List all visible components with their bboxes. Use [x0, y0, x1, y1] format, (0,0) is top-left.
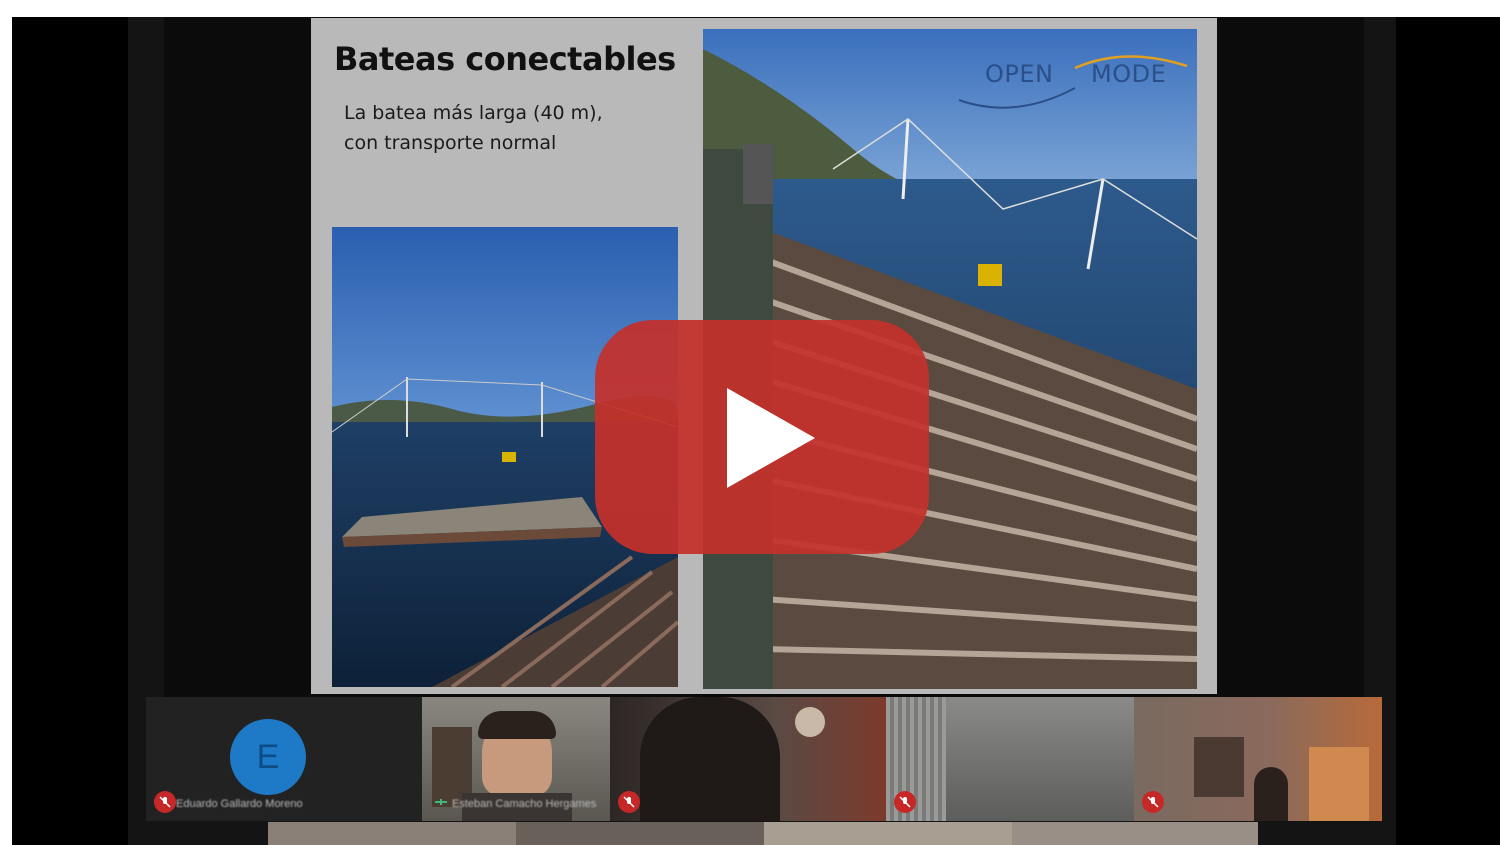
- play-icon: [595, 320, 929, 554]
- slide-subtitle-line-2: con transporte normal: [344, 132, 557, 154]
- logo-word-open: OPEN: [985, 60, 1054, 88]
- participant-hair: [478, 711, 556, 739]
- participant-tile[interactable]: Esteban Camacho Hergames: [422, 697, 610, 821]
- avatar: E: [230, 719, 306, 795]
- slide-subtitle: La batea más larga (40 m), con transport…: [344, 98, 664, 158]
- participant-tile[interactable]: [1134, 697, 1382, 821]
- slide-subtitle-line-1: La batea más larga (40 m),: [344, 102, 603, 124]
- slide-title: Bateas conectables: [334, 40, 676, 78]
- participant-tile[interactable]: E Eduardo Gallardo Moreno: [146, 697, 422, 821]
- mic-muted-icon: [154, 791, 176, 813]
- play-button[interactable]: [595, 320, 929, 554]
- participant-tile[interactable]: [516, 822, 764, 845]
- participant-tile[interactable]: [764, 822, 1012, 845]
- mic-active-icon: [430, 791, 452, 813]
- participant-tile[interactable]: [268, 822, 516, 845]
- open-mode-logo: OPEN MODE: [955, 48, 1195, 118]
- wall-clock: [795, 707, 825, 737]
- participant-tile[interactable]: [610, 697, 886, 821]
- participant-name: Eduardo Gallardo Moreno: [176, 798, 303, 810]
- participant-head: [640, 697, 780, 821]
- mic-muted-icon: [894, 791, 916, 813]
- participant-head: [1254, 767, 1288, 821]
- mic-muted-icon: [618, 791, 640, 813]
- picture-frame: [1194, 737, 1244, 797]
- participant-tile[interactable]: [1012, 822, 1258, 845]
- participant-name: Esteban Camacho Hergames: [452, 798, 597, 810]
- window: [1309, 747, 1369, 821]
- logo-word-mode: MODE: [1091, 60, 1167, 88]
- mic-muted-icon: [1142, 791, 1164, 813]
- participant-video-strip-row-2: [268, 822, 1258, 845]
- participant-tile[interactable]: [886, 697, 1134, 821]
- participant-video-strip: E Eduardo Gallardo Moreno Esteban Camach…: [146, 697, 1382, 821]
